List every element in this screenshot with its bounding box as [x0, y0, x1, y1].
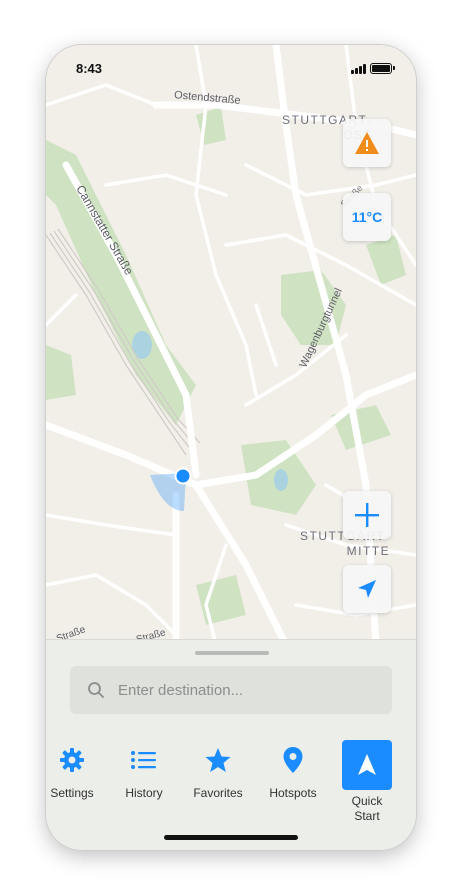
temperature-label: 11°C: [351, 209, 383, 225]
status-time: 8:43: [76, 61, 103, 76]
zoom-in-button[interactable]: [343, 491, 391, 539]
tab-label: Settings: [50, 786, 94, 800]
tab-history[interactable]: History: [108, 740, 180, 801]
tab-label: Quick Start: [351, 794, 383, 823]
tab-label: Hotspots: [269, 786, 317, 800]
bottom-sheet: Settings History: [46, 639, 416, 850]
destination-input[interactable]: [116, 680, 380, 700]
warning-triangle-icon: [355, 132, 379, 154]
pin-icon: [283, 747, 303, 773]
plus-icon: [355, 503, 379, 527]
list-icon: [131, 751, 156, 769]
tab-hotspots[interactable]: Hotspots: [257, 740, 329, 801]
sheet-grabber[interactable]: [195, 651, 269, 655]
gear-icon: [60, 748, 84, 772]
tab-settings[interactable]: Settings: [46, 740, 108, 801]
navigation-arrow-icon: [358, 754, 376, 775]
star-icon: [205, 748, 231, 772]
tab-favorites[interactable]: Favorites: [182, 740, 254, 801]
phone-screen: Ostendstraße Cannstatter Straße Wagenbur…: [46, 45, 416, 850]
warning-button[interactable]: [343, 119, 391, 167]
tab-quick-start[interactable]: Quick Start: [331, 740, 403, 824]
locate-me-button[interactable]: [343, 565, 391, 613]
search-bar[interactable]: [70, 666, 392, 714]
search-icon: [86, 680, 106, 700]
battery-icon: [370, 63, 395, 74]
status-icons: [351, 63, 395, 74]
district-label-line: MITTE: [346, 544, 391, 558]
tab-label: Favorites: [193, 786, 243, 800]
weather-button[interactable]: 11°C: [343, 193, 391, 241]
signal-icon: [351, 63, 366, 74]
home-indicator: [164, 835, 298, 840]
navigation-arrow-icon: [358, 580, 376, 598]
tab-label: History: [125, 786, 163, 800]
